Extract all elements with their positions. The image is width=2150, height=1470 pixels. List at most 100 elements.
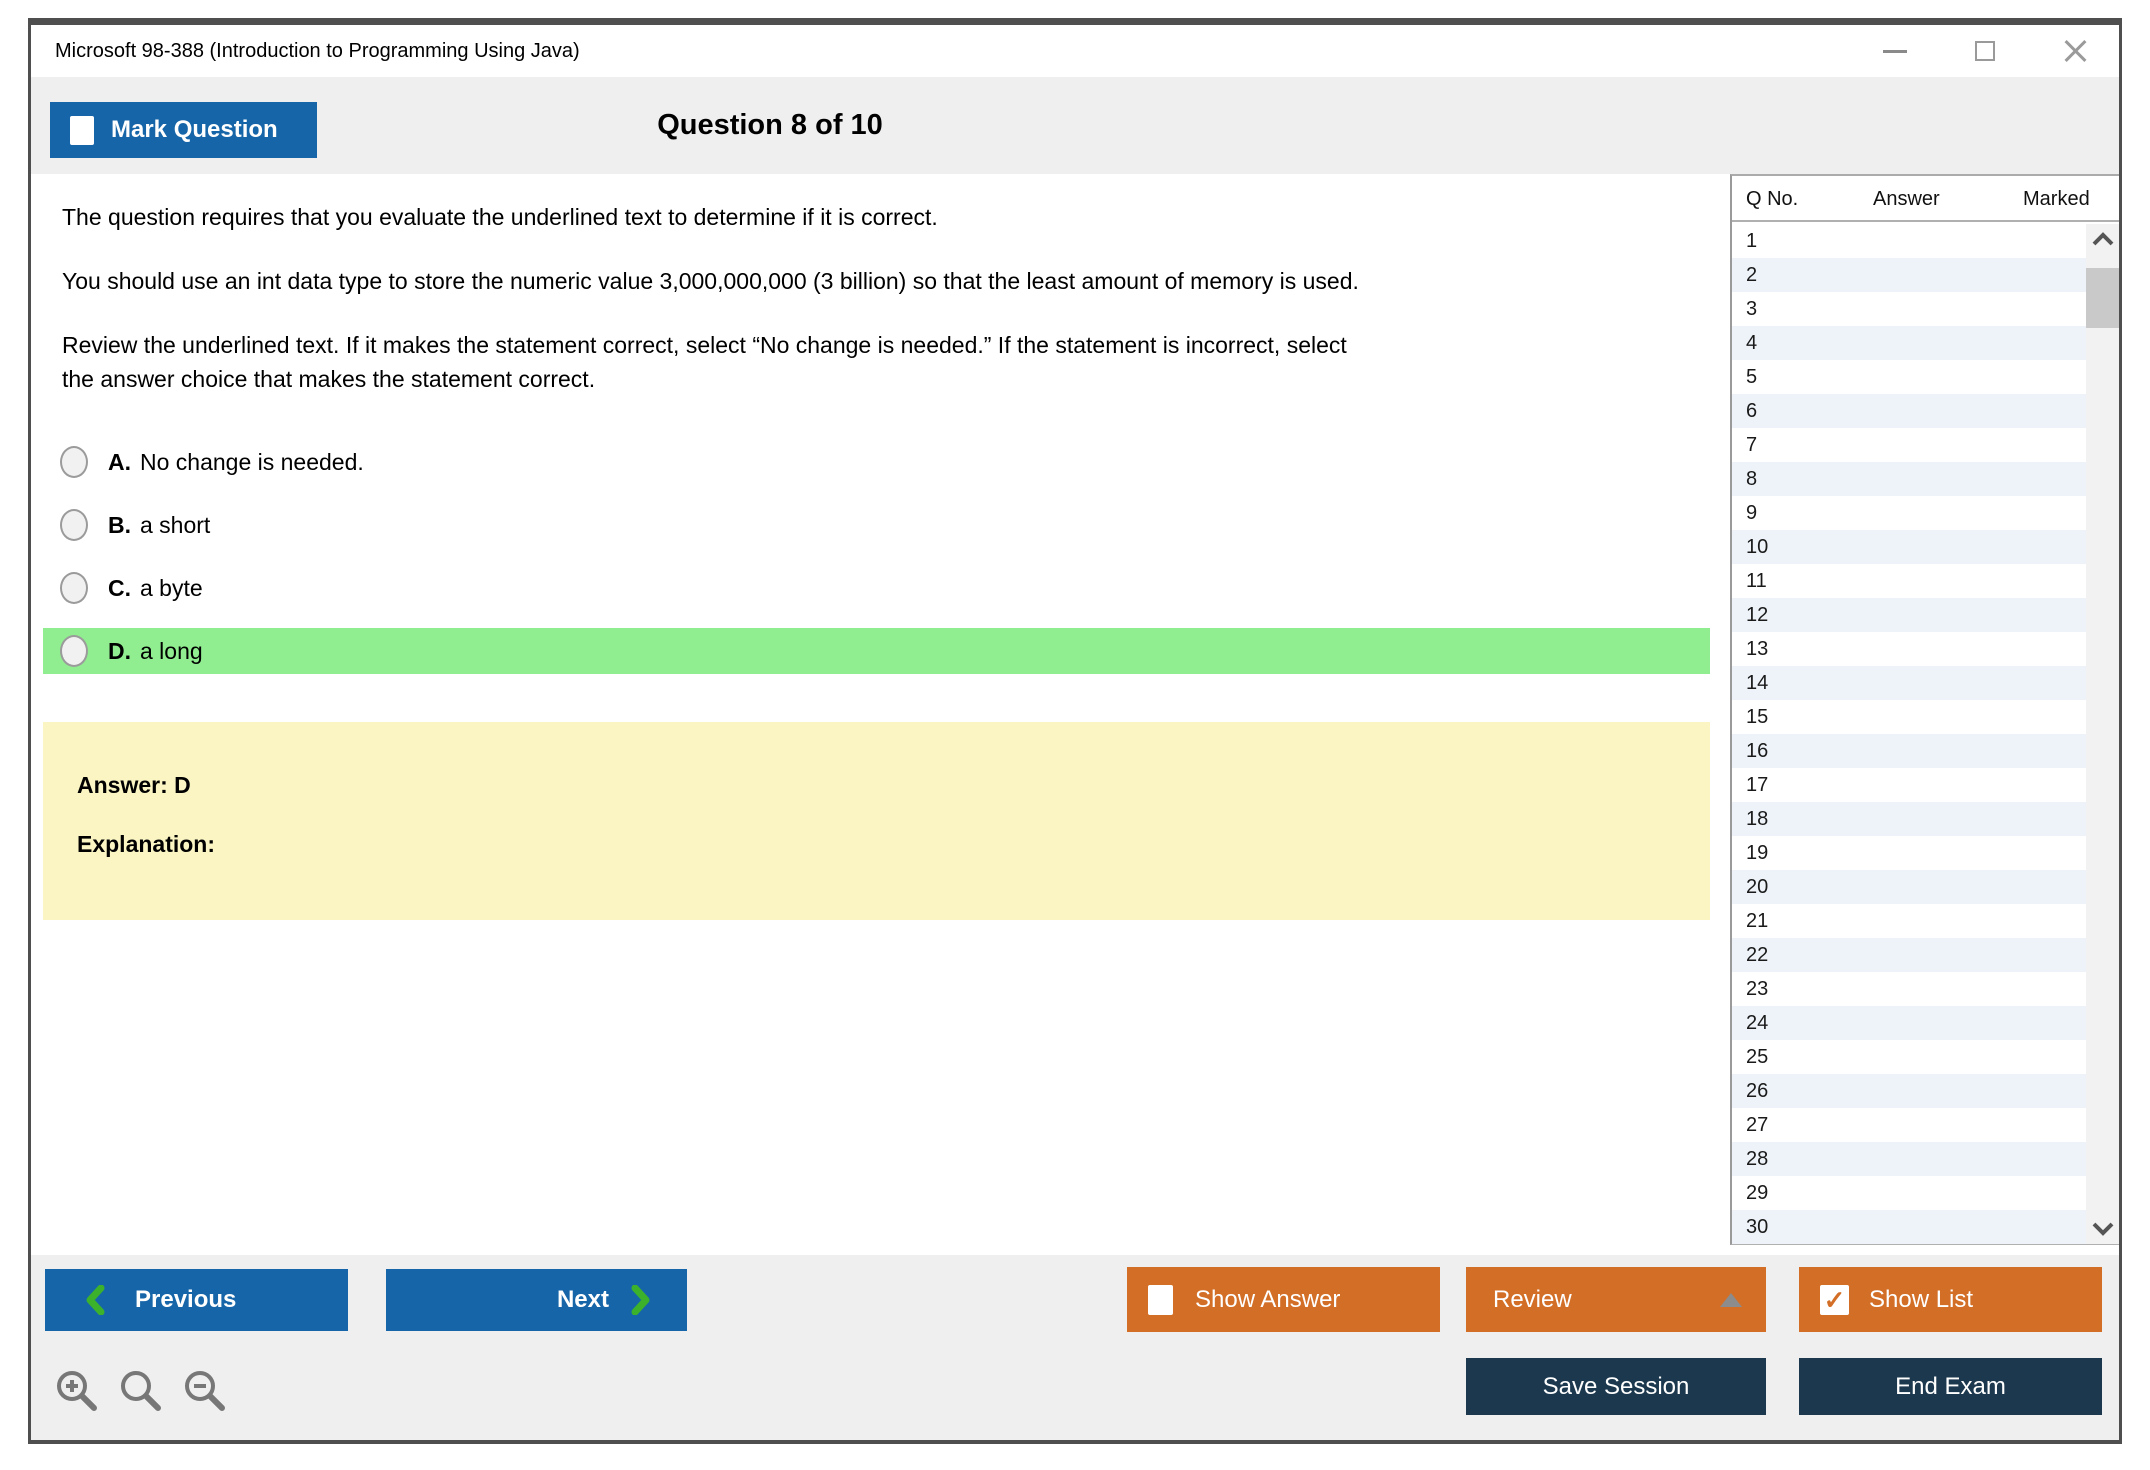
list-item[interactable]: 27 — [1732, 1108, 2086, 1142]
option-letter: C. — [108, 575, 131, 602]
list-item[interactable]: 4 — [1732, 326, 2086, 360]
maximize-button[interactable] — [1965, 31, 2005, 71]
question-statement: You should use an int data type to store… — [43, 264, 1710, 298]
option-a-radio[interactable] — [60, 446, 88, 478]
save-session-label: Save Session — [1543, 1373, 1690, 1401]
list-item[interactable]: 11 — [1732, 564, 2086, 598]
show-answer-button[interactable]: Show Answer — [1127, 1267, 1440, 1332]
list-item[interactable]: 30 — [1732, 1210, 2086, 1244]
previous-button[interactable]: Previous — [45, 1269, 348, 1331]
column-marked: Marked — [2023, 176, 2090, 222]
question-list: 1234567891011121314151617181920212223242… — [1732, 224, 2086, 1244]
question-list-scrollbar[interactable] — [2086, 224, 2119, 1244]
list-item[interactable]: 21 — [1732, 904, 2086, 938]
question-area: The question requires that you evaluate … — [43, 174, 1710, 920]
show-answer-label: Show Answer — [1195, 1286, 1340, 1314]
column-q-no: Q No. — [1746, 176, 1798, 222]
option-text: a long — [140, 638, 203, 665]
show-list-checkbox[interactable]: ✓ — [1820, 1285, 1849, 1315]
explanation-label: Explanation: — [77, 831, 1710, 858]
list-item[interactable]: 8 — [1732, 462, 2086, 496]
column-answer: Answer — [1873, 176, 1940, 222]
question-counter: Question 8 of 10 — [31, 77, 1509, 174]
check-icon: ✓ — [1824, 1287, 1846, 1313]
list-item[interactable]: 1 — [1732, 224, 2086, 258]
option-d-radio[interactable] — [60, 635, 88, 667]
scroll-down-button[interactable] — [2086, 1214, 2119, 1244]
minimize-icon — [1883, 50, 1907, 53]
list-item[interactable]: 14 — [1732, 666, 2086, 700]
option-text: a short — [140, 512, 210, 539]
chevron-right-icon — [631, 1285, 651, 1315]
next-button[interactable]: Next — [386, 1269, 687, 1331]
end-exam-label: End Exam — [1895, 1373, 2006, 1401]
list-item[interactable]: 2 — [1732, 258, 2086, 292]
list-item[interactable]: 5 — [1732, 360, 2086, 394]
list-item[interactable]: 18 — [1732, 802, 2086, 836]
list-item[interactable]: 26 — [1732, 1074, 2086, 1108]
list-item[interactable]: 3 — [1732, 292, 2086, 326]
maximize-icon — [1975, 41, 1995, 61]
option-letter: D. — [108, 638, 131, 665]
chevron-down-icon — [2091, 1222, 2115, 1236]
end-exam-button[interactable]: End Exam — [1799, 1358, 2102, 1415]
list-item[interactable]: 6 — [1732, 394, 2086, 428]
option-text: No change is needed. — [140, 449, 364, 476]
list-item[interactable]: 15 — [1732, 700, 2086, 734]
review-button[interactable]: Review — [1466, 1267, 1766, 1332]
titlebar: Microsoft 98-388 (Introduction to Progra… — [31, 25, 2119, 77]
option-b-radio[interactable] — [60, 509, 88, 541]
question-list-header: Q No. Answer Marked — [1732, 176, 2119, 222]
question-directive-line2: the answer choice that makes the stateme… — [43, 362, 1710, 396]
question-list-panel: Q No. Answer Marked 12345678910111213141… — [1730, 174, 2119, 1245]
next-label: Next — [557, 1286, 609, 1314]
option-letter: A. — [108, 449, 131, 476]
answer-explanation-box: Answer: D Explanation: — [43, 722, 1710, 920]
minimize-button[interactable] — [1875, 31, 1915, 71]
options-list: A. No change is needed. B. a short C. a … — [43, 439, 1710, 674]
answer-label: Answer: D — [77, 772, 1710, 799]
list-item[interactable]: 25 — [1732, 1040, 2086, 1074]
list-item[interactable]: 16 — [1732, 734, 2086, 768]
show-list-label: Show List — [1869, 1286, 1973, 1314]
option-b[interactable]: B. a short — [43, 502, 1710, 548]
option-a[interactable]: A. No change is needed. — [43, 439, 1710, 485]
window-controls — [1875, 25, 2095, 77]
list-item[interactable]: 22 — [1732, 938, 2086, 972]
show-list-button[interactable]: ✓ Show List — [1799, 1267, 2102, 1332]
search-icon[interactable] — [117, 1367, 165, 1415]
list-item[interactable]: 29 — [1732, 1176, 2086, 1210]
caret-up-icon — [1720, 1293, 1742, 1307]
list-item[interactable]: 13 — [1732, 632, 2086, 666]
list-item[interactable]: 24 — [1732, 1006, 2086, 1040]
question-directive-line1: Review the underlined text. If it makes … — [43, 328, 1710, 362]
scrollbar-thumb[interactable] — [2086, 268, 2119, 328]
list-item[interactable]: 12 — [1732, 598, 2086, 632]
save-session-button[interactable]: Save Session — [1466, 1358, 1766, 1415]
zoom-out-icon[interactable] — [181, 1367, 229, 1415]
chevron-up-icon — [2091, 232, 2115, 246]
list-item[interactable]: 17 — [1732, 768, 2086, 802]
chevron-left-icon — [85, 1285, 105, 1315]
list-item[interactable]: 19 — [1732, 836, 2086, 870]
list-item[interactable]: 23 — [1732, 972, 2086, 1006]
review-label: Review — [1493, 1286, 1572, 1314]
list-item[interactable]: 20 — [1732, 870, 2086, 904]
option-text: a byte — [140, 575, 203, 602]
zoom-in-icon[interactable] — [53, 1367, 101, 1415]
scroll-up-button[interactable] — [2086, 224, 2119, 254]
show-answer-checkbox[interactable] — [1148, 1285, 1173, 1315]
option-d[interactable]: D. a long — [43, 628, 1710, 674]
close-button[interactable] — [2055, 31, 2095, 71]
list-item[interactable]: 28 — [1732, 1142, 2086, 1176]
window-title: Microsoft 98-388 (Introduction to Progra… — [55, 25, 580, 77]
option-c-radio[interactable] — [60, 572, 88, 604]
option-letter: B. — [108, 512, 131, 539]
option-c[interactable]: C. a byte — [43, 565, 1710, 611]
list-item[interactable]: 9 — [1732, 496, 2086, 530]
list-item[interactable]: 7 — [1732, 428, 2086, 462]
exam-window: Microsoft 98-388 (Introduction to Progra… — [28, 18, 2122, 1444]
close-icon — [2063, 39, 2087, 63]
footer-bar: Previous Next Show Answer Review ✓ Show … — [31, 1255, 2119, 1440]
list-item[interactable]: 10 — [1732, 530, 2086, 564]
